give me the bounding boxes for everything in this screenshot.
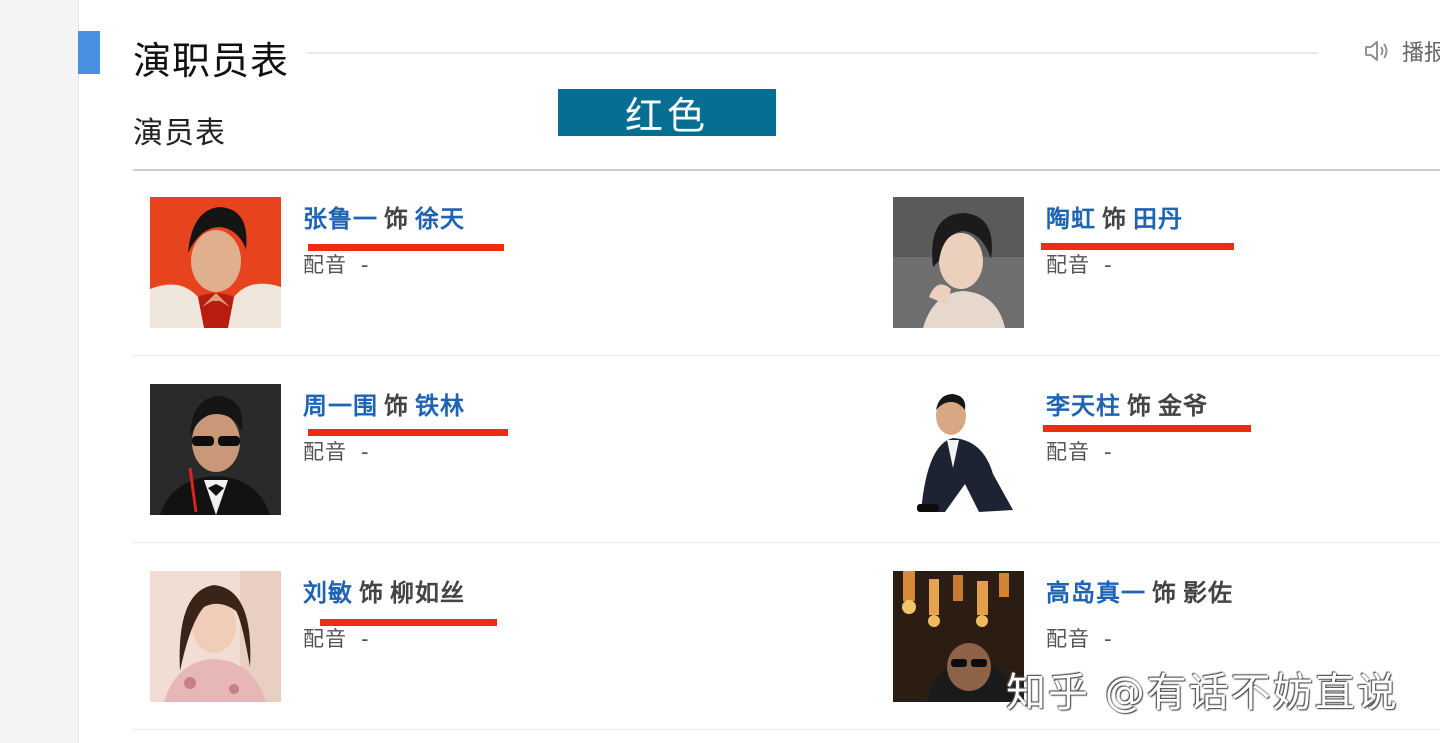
role-name: 影佐 bbox=[1183, 579, 1233, 607]
dub-value: - bbox=[1104, 627, 1113, 651]
role-line: 李天柱饰金爷 bbox=[1046, 386, 1208, 421]
as-word: 饰 bbox=[384, 205, 409, 233]
dub-label: 配音 bbox=[303, 440, 347, 464]
actor-name-link[interactable]: 高岛真一 bbox=[1046, 579, 1146, 607]
as-word: 饰 bbox=[1127, 392, 1152, 420]
as-word: 饰 bbox=[1102, 205, 1127, 233]
zhihu-watermark: 知乎 @有话不妨直说 bbox=[1006, 670, 1399, 716]
dub-value: - bbox=[361, 627, 370, 651]
actor-photo[interactable] bbox=[150, 384, 281, 515]
red-underline-annotation bbox=[1043, 425, 1251, 432]
actor-name-link[interactable]: 陶虹 bbox=[1046, 205, 1096, 233]
section-title: 演职员表 bbox=[133, 39, 290, 83]
cast-card: 周一围饰铁林 配音 - bbox=[150, 384, 750, 516]
dub-value: - bbox=[361, 440, 370, 464]
dub-line: 配音 - bbox=[1046, 436, 1113, 466]
left-gutter bbox=[0, 0, 79, 743]
dub-value: - bbox=[361, 253, 370, 277]
role-name: 金爷 bbox=[1158, 392, 1208, 420]
actor-photo[interactable] bbox=[893, 384, 1024, 515]
dub-label: 配音 bbox=[1046, 253, 1090, 277]
cast-list-title: 演员表 bbox=[133, 116, 226, 151]
as-word: 饰 bbox=[384, 392, 409, 420]
role-name-link[interactable]: 田丹 bbox=[1133, 205, 1183, 233]
cast-card: 李天柱饰金爷 配音 - bbox=[893, 384, 1440, 516]
actor-photo[interactable] bbox=[893, 197, 1024, 328]
as-word: 饰 bbox=[359, 579, 384, 607]
role-line: 陶虹饰田丹 bbox=[1046, 199, 1183, 234]
section-marker bbox=[78, 31, 100, 74]
dub-label: 配音 bbox=[1046, 440, 1090, 464]
actor-name-link[interactable]: 周一围 bbox=[303, 392, 378, 420]
as-word: 饰 bbox=[1152, 579, 1177, 607]
dub-label: 配音 bbox=[303, 627, 347, 651]
dub-value: - bbox=[1104, 440, 1113, 464]
dub-line: 配音 - bbox=[1046, 249, 1113, 279]
role-line: 刘敏饰柳如丝 bbox=[303, 573, 465, 608]
dub-line: 配音 - bbox=[303, 623, 370, 653]
dub-label: 配音 bbox=[1046, 627, 1090, 651]
dub-value: - bbox=[1104, 253, 1113, 277]
title-divider bbox=[307, 52, 1318, 54]
actor-photo[interactable] bbox=[150, 571, 281, 702]
cast-card: 张鲁一饰徐天 配音 - bbox=[150, 197, 750, 329]
role-name-link[interactable]: 徐天 bbox=[415, 205, 465, 233]
cast-card: 刘敏饰柳如丝 配音 - bbox=[150, 571, 750, 703]
red-underline-annotation bbox=[308, 429, 508, 436]
red-underline-annotation bbox=[320, 619, 497, 626]
color-annotation: 红色 bbox=[558, 89, 776, 138]
red-underline-annotation bbox=[308, 244, 504, 251]
role-line: 高岛真一饰影佐 bbox=[1046, 573, 1233, 608]
actor-name-link[interactable]: 刘敏 bbox=[303, 579, 353, 607]
row-divider bbox=[133, 542, 1440, 543]
dub-line: 配音 - bbox=[303, 249, 370, 279]
role-name: 柳如丝 bbox=[390, 579, 465, 607]
role-line: 周一围饰铁林 bbox=[303, 386, 465, 421]
dub-line: 配音 - bbox=[1046, 623, 1113, 653]
broadcast-button[interactable]: 播报 bbox=[1362, 36, 1440, 66]
role-name-link[interactable]: 铁林 bbox=[415, 392, 465, 420]
actor-photo[interactable] bbox=[150, 197, 281, 328]
actor-photo[interactable] bbox=[893, 571, 1024, 702]
list-top-divider bbox=[133, 169, 1440, 171]
cast-card: 陶虹饰田丹 配音 - bbox=[893, 197, 1440, 329]
row-divider bbox=[133, 355, 1440, 356]
speaker-icon bbox=[1365, 41, 1388, 61]
broadcast-label: 播报 bbox=[1402, 41, 1440, 66]
red-underline-annotation bbox=[1041, 243, 1234, 250]
role-line: 张鲁一饰徐天 bbox=[303, 199, 465, 234]
dub-label: 配音 bbox=[303, 253, 347, 277]
actor-name-link[interactable]: 李天柱 bbox=[1046, 392, 1121, 420]
row-divider bbox=[133, 729, 1440, 730]
actor-name-link[interactable]: 张鲁一 bbox=[303, 205, 378, 233]
dub-line: 配音 - bbox=[303, 436, 370, 466]
